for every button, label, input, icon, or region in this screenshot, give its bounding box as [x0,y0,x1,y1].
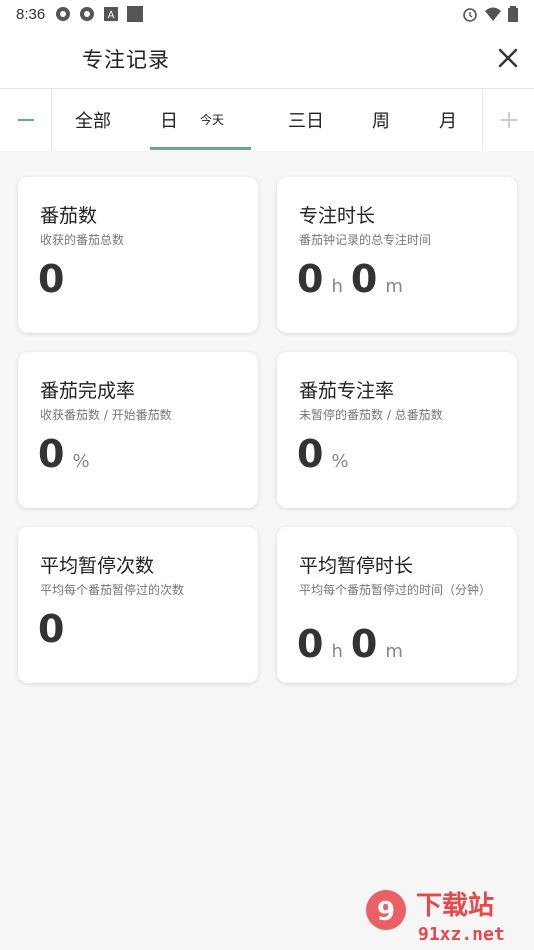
card-subtitle: 未暂停的番茄数 / 总番茄数 [299,408,443,422]
range-tabs: 全部 日 今天 三日 周 月 [0,89,534,151]
next-button[interactable] [482,89,534,151]
tab-week[interactable]: 周 [372,107,390,133]
card-value: 0 % [38,432,98,476]
hours-unit: h [331,641,343,662]
minus-icon [17,119,34,121]
card-title: 番茄专注率 [299,380,395,402]
minutes-number: 0 [350,257,378,301]
square-icon [127,6,144,22]
card-title: 平均暂停时长 [299,555,414,577]
percent-unit: % [72,451,90,472]
svg-text:A: A [108,10,115,21]
percent-unit: % [331,451,349,472]
card-subtitle: 收获的番茄总数 [40,233,125,247]
stat-card-focus-duration: 专注时长 番茄钟记录的总专注时间 0 h 0 m [277,177,517,333]
watermark-text-url: 91xz.net [418,924,505,945]
hours-unit: h [331,276,343,297]
previous-button[interactable] [0,89,52,151]
card-title: 专注时长 [299,205,376,227]
tab-day[interactable]: 日 [160,107,178,133]
tab-month[interactable]: 月 [439,107,457,133]
value-number: 0 [38,432,65,476]
svg-text:9: 9 [377,897,395,927]
font-a-icon: A [104,7,119,21]
watermark-icon: 9 下载站 91xz.net [366,890,505,945]
aperture-icon [56,7,71,21]
minutes-number: 0 [350,622,378,666]
value-number: 0 [297,432,324,476]
value-number: 0 [38,607,65,651]
card-value: 0 h 0 m [297,622,411,666]
page-title: 专注记录 [82,48,170,72]
tab-day-today-label: 今天 [200,113,225,127]
card-subtitle: 番茄钟记录的总专注时间 [299,233,432,247]
status-bar: 8:36 A [0,0,534,28]
aperture-icon [80,7,95,21]
card-subtitle: 平均每个番茄暂停过的次数 [40,583,185,597]
hours-number: 0 [297,622,324,666]
minutes-unit: m [385,641,403,662]
card-title: 平均暂停次数 [40,555,155,577]
tab-three-days[interactable]: 三日 [288,107,324,133]
stat-card-pomodoro-count: 番茄数 收获的番茄总数 0 [18,177,258,333]
minutes-unit: m [385,276,403,297]
close-icon[interactable] [496,46,520,70]
stat-card-avg-pause-duration: 平均暂停时长 平均每个番茄暂停过的时间（分钟） 0 h 0 m [277,527,517,683]
watermark-logo: 9 下载站 91xz.net [358,880,528,950]
app-header: 专注记录 [0,28,534,89]
battery-icon [508,6,518,22]
tab-all[interactable]: 全部 [75,107,111,133]
card-title: 番茄完成率 [40,380,136,402]
card-value: 0 % [297,432,357,476]
card-value: 0 [38,607,64,651]
card-value: 0 [38,257,64,301]
card-title: 番茄数 [40,205,98,227]
wifi-icon [485,7,501,21]
card-subtitle: 收获番茄数 / 开始番茄数 [40,408,172,422]
value-number: 0 [38,257,65,301]
card-value: 0 h 0 m [297,257,411,301]
alarm-icon [463,8,477,22]
hours-number: 0 [297,257,324,301]
stat-card-completion-rate: 番茄完成率 收获番茄数 / 开始番茄数 0 % [18,352,258,508]
watermark-text-main: 下载站 [416,891,494,921]
status-time: 8:36 [16,5,46,23]
card-subtitle: 平均每个番茄暂停过的时间（分钟） [299,583,492,597]
active-tab-indicator [150,147,251,150]
stat-card-avg-pause-count: 平均暂停次数 平均每个番茄暂停过的次数 0 [18,527,258,683]
stat-card-focus-rate: 番茄专注率 未暂停的番茄数 / 总番茄数 0 % [277,352,517,508]
plus-icon [500,112,517,128]
